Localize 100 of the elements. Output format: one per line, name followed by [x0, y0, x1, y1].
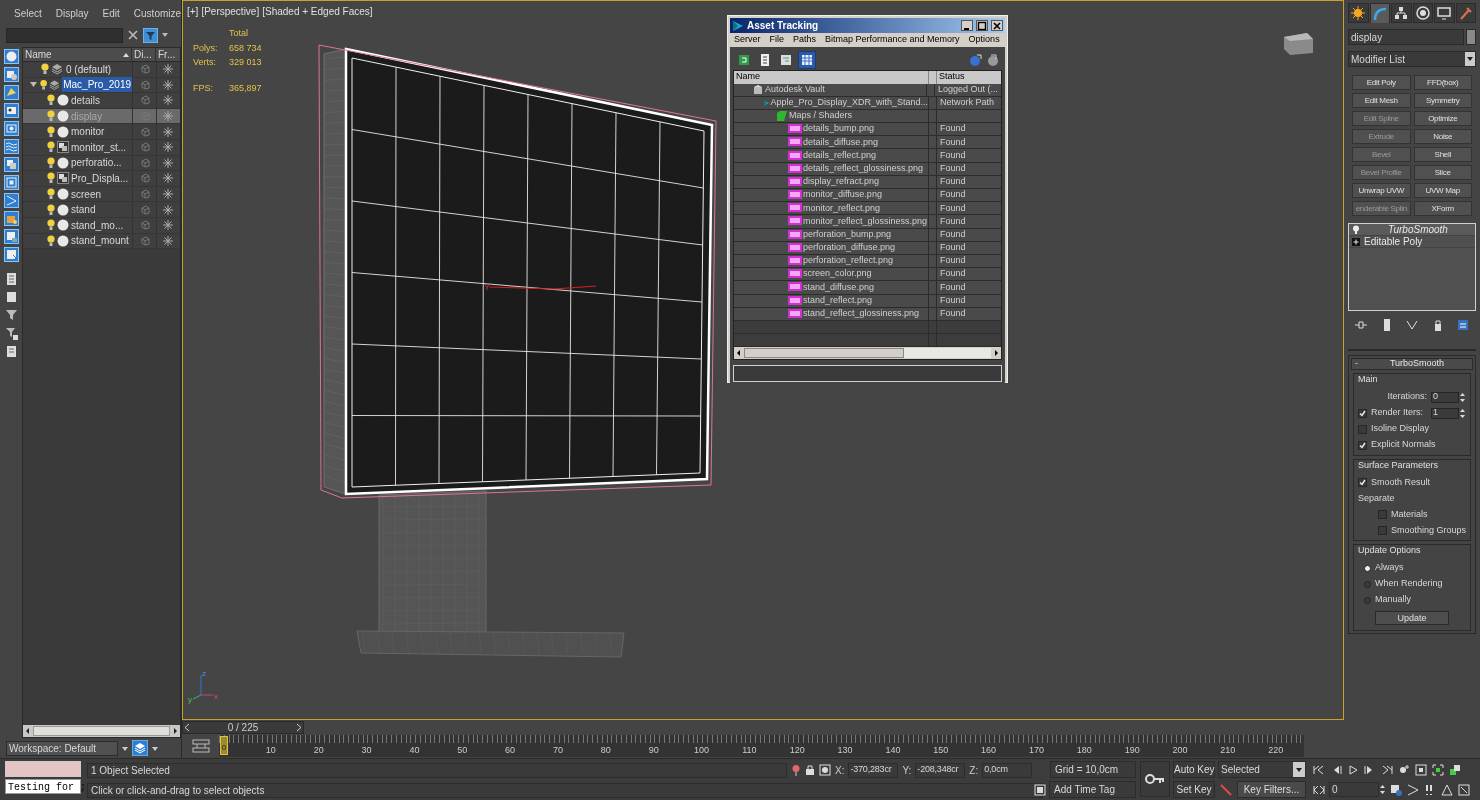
light-bulb-icon[interactable]	[47, 141, 55, 154]
coordinate-field[interactable]: -208,348cr	[915, 762, 966, 778]
radio-button[interactable]	[1364, 564, 1371, 572]
snowflake-icon[interactable]	[162, 220, 173, 231]
light-bulb-icon[interactable]	[47, 219, 55, 232]
checkbox[interactable]	[1378, 526, 1387, 535]
set-key-button[interactable]	[1140, 761, 1170, 797]
table-row[interactable]: details_bump.png Found	[734, 123, 1001, 137]
modifier-button[interactable]: Optimize	[1413, 111, 1472, 126]
light-bulb-icon[interactable]	[40, 78, 48, 91]
viewport-label[interactable]: [Shaded + Edged Faces]	[262, 4, 373, 19]
expand-icon[interactable]	[1352, 237, 1360, 246]
snowflake-icon[interactable]	[162, 142, 173, 153]
waves-icon[interactable]	[3, 139, 19, 154]
camera-icon[interactable]	[3, 103, 19, 118]
close-icon[interactable]	[991, 20, 1003, 31]
modifier-button[interactable]: Shell	[1413, 147, 1472, 162]
light-bulb-icon[interactable]	[47, 188, 55, 201]
radio-button[interactable]	[1364, 580, 1371, 588]
caret-icon[interactable]	[162, 33, 168, 37]
lamp-icon[interactable]	[3, 85, 19, 100]
scrollbar[interactable]	[23, 725, 180, 737]
filter-icon[interactable]	[143, 27, 158, 43]
layers-icon[interactable]	[132, 740, 148, 756]
sphere-icon[interactable]	[3, 49, 19, 64]
light-bulb-icon[interactable]	[47, 203, 55, 216]
light-bulb-icon[interactable]	[47, 110, 55, 123]
modifier-button[interactable]: Slice	[1413, 165, 1472, 180]
key-mode-dropdown[interactable]: Selected	[1218, 761, 1306, 778]
layer-name[interactable]: Mac_Pro_2019	[62, 77, 132, 93]
snowflake-icon[interactable]	[162, 189, 173, 200]
stack-item[interactable]: Editable Poly	[1364, 234, 1423, 249]
lock-icon[interactable]	[805, 764, 815, 776]
snowflake-icon[interactable]	[162, 126, 173, 137]
filter-icon[interactable]	[3, 308, 19, 323]
color-swatch[interactable]	[1466, 29, 1476, 45]
coordinate-field[interactable]: -370,283cr	[848, 762, 899, 778]
shapes-icon[interactable]	[3, 67, 19, 82]
column-header[interactable]: Status	[937, 70, 1001, 84]
square-icon[interactable]	[1034, 783, 1046, 796]
menu-item[interactable]: File	[769, 33, 785, 47]
frame-field[interactable]: 0	[1329, 782, 1379, 797]
panel-tab[interactable]	[1434, 3, 1455, 23]
checkbox[interactable]	[1358, 408, 1367, 418]
caret-icon[interactable]	[1293, 762, 1305, 777]
add-time-tag-field[interactable]: Add Time Tag	[1049, 781, 1136, 798]
modifier-button[interactable]: XForm	[1413, 201, 1472, 216]
snowflake-icon[interactable]	[162, 79, 173, 90]
number-field[interactable]: 1	[1431, 407, 1459, 419]
menu-item[interactable]: Bitmap Performance and Memory	[825, 33, 960, 47]
help-icon[interactable]	[986, 52, 1000, 67]
viewcube-icon[interactable]	[1284, 33, 1313, 55]
tree-row[interactable]: details	[23, 93, 180, 109]
checkbox-label[interactable]: Isoline Display	[1371, 422, 1430, 436]
checkbox-label[interactable]: Smooth Result	[1371, 475, 1431, 490]
table-row[interactable]: monitor_diffuse.png Found	[734, 189, 1001, 203]
viewport-label[interactable]: [Perspective]	[201, 4, 260, 19]
caret-icon[interactable]	[1465, 52, 1475, 66]
radio-label[interactable]: Always	[1375, 561, 1404, 575]
radio-label[interactable]: When Rendering	[1375, 577, 1443, 591]
light-bulb-icon[interactable]	[47, 234, 55, 247]
panel-tab[interactable]	[1412, 3, 1433, 23]
zoom-region-icon[interactable]	[1431, 762, 1445, 777]
checkbox-label[interactable]: Smoothing Groups	[1390, 523, 1466, 538]
auto-key-button[interactable]: Auto Key	[1173, 761, 1215, 778]
panel-tab[interactable]	[1391, 3, 1412, 23]
collapse-toggle[interactable]: -	[1352, 357, 1362, 371]
table-row[interactable]: stand_diffuse.png Found	[734, 281, 1001, 295]
panel-icon[interactable]	[1456, 318, 1470, 332]
snowflake-icon[interactable]	[162, 64, 173, 75]
transform-mode-icon[interactable]	[819, 764, 831, 776]
snowflake-icon[interactable]	[162, 95, 173, 106]
key-filters-button[interactable]: Key Filters...	[1237, 781, 1306, 798]
modifier-button[interactable]: Edit Poly	[1352, 75, 1411, 90]
number-field[interactable]: 0	[1431, 391, 1459, 403]
pin-icon[interactable]	[791, 764, 801, 776]
checkbox[interactable]	[1358, 478, 1367, 487]
menu-item[interactable]: Customize	[133, 5, 182, 21]
modifier-button[interactable]: Noise	[1413, 129, 1472, 144]
snowflake-icon[interactable]	[162, 235, 173, 246]
modifier-button[interactable]: UVW Map	[1413, 183, 1472, 198]
screen-icon[interactable]	[3, 121, 19, 136]
checkbox-label[interactable]: Materials	[1391, 507, 1428, 522]
tree-row[interactable]: Pro_Displa...	[23, 171, 180, 187]
light-bulb-icon[interactable]	[41, 63, 49, 76]
zoom-extents-icon[interactable]	[1414, 762, 1428, 777]
panel-tab[interactable]	[1369, 3, 1390, 23]
spinner-arrows-icon[interactable]	[1459, 407, 1466, 419]
light-bulb-icon[interactable]	[47, 156, 55, 169]
menu-item[interactable]: Display	[55, 5, 89, 21]
coordinate-field[interactable]: 0,0cm	[982, 762, 1033, 778]
table-row[interactable]: monitor_reflect_glossiness.png Found	[734, 215, 1001, 229]
view-button[interactable]	[798, 50, 816, 69]
menu-item[interactable]: Options	[968, 33, 1000, 47]
help-icon[interactable]	[969, 52, 983, 67]
key-mode-icon[interactable]	[191, 739, 210, 753]
menu-item[interactable]: Select	[14, 5, 42, 21]
tree-row[interactable]: monitor	[23, 124, 180, 140]
viewport-label[interactable]: [+]	[187, 4, 199, 19]
play-icon[interactable]	[1346, 762, 1360, 777]
